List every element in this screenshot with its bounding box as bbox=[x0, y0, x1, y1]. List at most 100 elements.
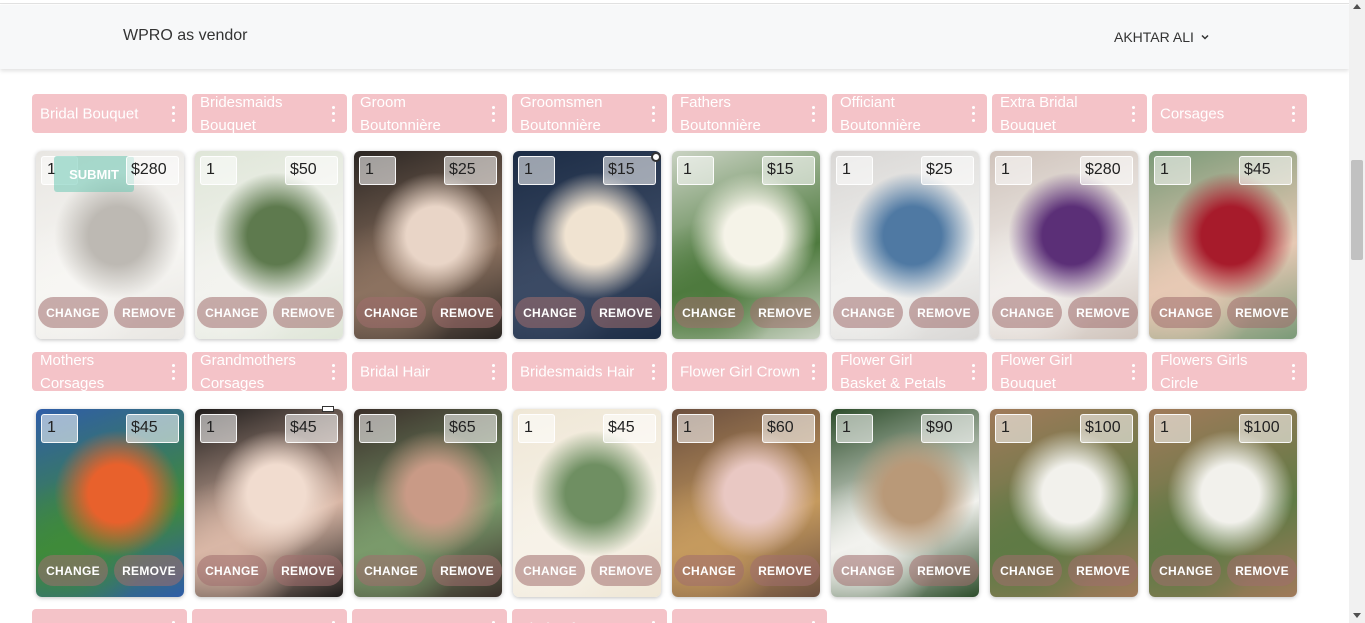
quantity-input[interactable]: 1 bbox=[836, 414, 873, 443]
change-button[interactable]: CHANGE bbox=[674, 555, 744, 586]
remove-button[interactable]: REMOVE bbox=[432, 555, 502, 586]
more-options-icon[interactable] bbox=[811, 105, 815, 122]
more-options-icon[interactable] bbox=[651, 363, 655, 380]
remove-button[interactable]: REMOVE bbox=[909, 555, 979, 586]
price-input[interactable]: $280 bbox=[1080, 156, 1133, 185]
price-input[interactable]: $90 bbox=[921, 414, 974, 443]
category-tab[interactable]: Grandmothers Corsages bbox=[192, 352, 347, 392]
more-options-icon[interactable] bbox=[1131, 363, 1135, 380]
price-input[interactable]: $65 bbox=[444, 414, 497, 443]
price-input[interactable]: $100 bbox=[1239, 414, 1292, 443]
change-button[interactable]: CHANGE bbox=[833, 555, 903, 586]
more-options-icon[interactable] bbox=[971, 363, 975, 380]
change-button[interactable]: CHANGE bbox=[38, 555, 108, 586]
price-input[interactable]: $280 bbox=[126, 156, 179, 185]
change-button[interactable]: CHANGE bbox=[833, 297, 903, 328]
price-input[interactable]: $100 bbox=[1080, 414, 1133, 443]
quantity-input[interactable]: 1 bbox=[200, 414, 237, 443]
change-button[interactable]: CHANGE bbox=[992, 555, 1062, 586]
submit-button[interactable]: SUBMIT bbox=[54, 156, 134, 192]
remove-button[interactable]: REMOVE bbox=[750, 555, 820, 586]
change-button[interactable]: CHANGE bbox=[1151, 297, 1221, 328]
remove-button[interactable]: REMOVE bbox=[750, 297, 820, 328]
remove-button[interactable]: REMOVE bbox=[432, 297, 502, 328]
category-tab[interactable]: Groom Boutonnière bbox=[352, 94, 507, 134]
remove-button[interactable]: REMOVE bbox=[1068, 555, 1138, 586]
category-tab[interactable]: Bridal Bouquet bbox=[32, 94, 187, 133]
category-tab[interactable]: Bridesmaids Bouquet bbox=[192, 94, 347, 134]
quantity-input[interactable]: 1 bbox=[836, 156, 873, 185]
remove-button[interactable]: REMOVE bbox=[114, 297, 184, 328]
quantity-input[interactable]: 1 bbox=[677, 156, 714, 185]
scroll-up-icon[interactable] bbox=[1353, 4, 1361, 9]
change-button[interactable]: CHANGE bbox=[356, 555, 426, 586]
change-button[interactable]: CHANGE bbox=[197, 297, 267, 328]
price-input[interactable]: $25 bbox=[921, 156, 974, 185]
more-options-icon[interactable] bbox=[491, 363, 495, 380]
category-tab[interactable]: Officiant Boutonnière bbox=[832, 94, 987, 134]
remove-button[interactable]: REMOVE bbox=[591, 297, 661, 328]
price-input[interactable]: $60 bbox=[762, 414, 815, 443]
remove-button[interactable]: REMOVE bbox=[1227, 555, 1297, 586]
quantity-input[interactable]: 1 bbox=[359, 414, 396, 443]
category-tab[interactable]: Extra Bridal Bouquet bbox=[992, 94, 1147, 134]
change-button[interactable]: CHANGE bbox=[515, 555, 585, 586]
remove-button[interactable]: REMOVE bbox=[909, 297, 979, 328]
price-input[interactable]: $50 bbox=[285, 156, 338, 185]
quantity-input[interactable]: 1 bbox=[359, 156, 396, 185]
quantity-input[interactable]: 1 bbox=[1154, 414, 1191, 443]
change-button[interactable]: CHANGE bbox=[1151, 555, 1221, 586]
vertical-scrollbar[interactable] bbox=[1349, 0, 1365, 623]
category-tab[interactable]: Bridal Hair bbox=[352, 352, 507, 391]
remove-button[interactable]: REMOVE bbox=[273, 297, 343, 328]
category-tab[interactable]: Flower Girl Crown bbox=[672, 352, 827, 391]
price-input[interactable]: $25 bbox=[444, 156, 497, 185]
price-input[interactable]: $45 bbox=[603, 414, 656, 443]
price-input[interactable]: $45 bbox=[285, 414, 338, 443]
change-button[interactable]: CHANGE bbox=[197, 555, 267, 586]
quantity-input[interactable]: 1 bbox=[41, 414, 78, 443]
category-tab[interactable]: Flower Girl Basket & Petals bbox=[832, 352, 987, 392]
category-tab[interactable]: Fathers Boutonnière bbox=[672, 94, 827, 134]
remove-button[interactable]: REMOVE bbox=[114, 555, 184, 586]
more-options-icon[interactable] bbox=[811, 363, 815, 380]
change-button[interactable]: CHANGE bbox=[38, 297, 108, 328]
more-options-icon[interactable] bbox=[331, 105, 335, 122]
more-options-icon[interactable] bbox=[491, 105, 495, 122]
category-tab[interactable] bbox=[32, 609, 187, 623]
more-options-icon[interactable] bbox=[171, 105, 175, 122]
scroll-down-icon[interactable] bbox=[1353, 613, 1361, 618]
quantity-input[interactable]: 1 bbox=[200, 156, 237, 185]
more-options-icon[interactable] bbox=[1291, 105, 1295, 122]
quantity-input[interactable]: 1 bbox=[518, 414, 555, 443]
quantity-input[interactable]: 1 bbox=[995, 414, 1032, 443]
category-tab[interactable] bbox=[352, 609, 507, 623]
more-options-icon[interactable] bbox=[331, 363, 335, 380]
scroll-thumb[interactable] bbox=[1351, 160, 1363, 260]
category-tab[interactable] bbox=[192, 609, 347, 623]
price-input[interactable]: $45 bbox=[1239, 156, 1292, 185]
more-options-icon[interactable] bbox=[971, 105, 975, 122]
category-tab[interactable]: Flower Girl Bouquet bbox=[992, 352, 1147, 392]
category-tab[interactable]: Mothers Corsages bbox=[32, 352, 187, 392]
resize-handle-icon[interactable] bbox=[322, 406, 334, 412]
price-input[interactable]: $15 bbox=[762, 156, 815, 185]
remove-button[interactable]: REMOVE bbox=[1068, 297, 1138, 328]
remove-button[interactable]: REMOVE bbox=[591, 555, 661, 586]
change-button[interactable]: CHANGE bbox=[674, 297, 744, 328]
remove-button[interactable]: REMOVE bbox=[1227, 297, 1297, 328]
category-tab[interactable]: Bridesmaids Hair bbox=[512, 352, 667, 391]
category-tab[interactable] bbox=[672, 609, 827, 623]
category-tab[interactable]: Groomsmen Boutonnière bbox=[512, 94, 667, 134]
price-input[interactable]: $15 bbox=[603, 156, 656, 185]
category-tab[interactable]: Flowers Girls Circle bbox=[1152, 352, 1307, 392]
quantity-input[interactable]: 1 bbox=[995, 156, 1032, 185]
quantity-input[interactable]: 1 bbox=[1154, 156, 1191, 185]
close-icon[interactable] bbox=[651, 152, 661, 162]
category-tab[interactable]: Virgin of Mary bbox=[512, 609, 667, 623]
more-options-icon[interactable] bbox=[1131, 105, 1135, 122]
more-options-icon[interactable] bbox=[171, 363, 175, 380]
change-button[interactable]: CHANGE bbox=[515, 297, 585, 328]
change-button[interactable]: CHANGE bbox=[992, 297, 1062, 328]
quantity-input[interactable]: 1 bbox=[677, 414, 714, 443]
